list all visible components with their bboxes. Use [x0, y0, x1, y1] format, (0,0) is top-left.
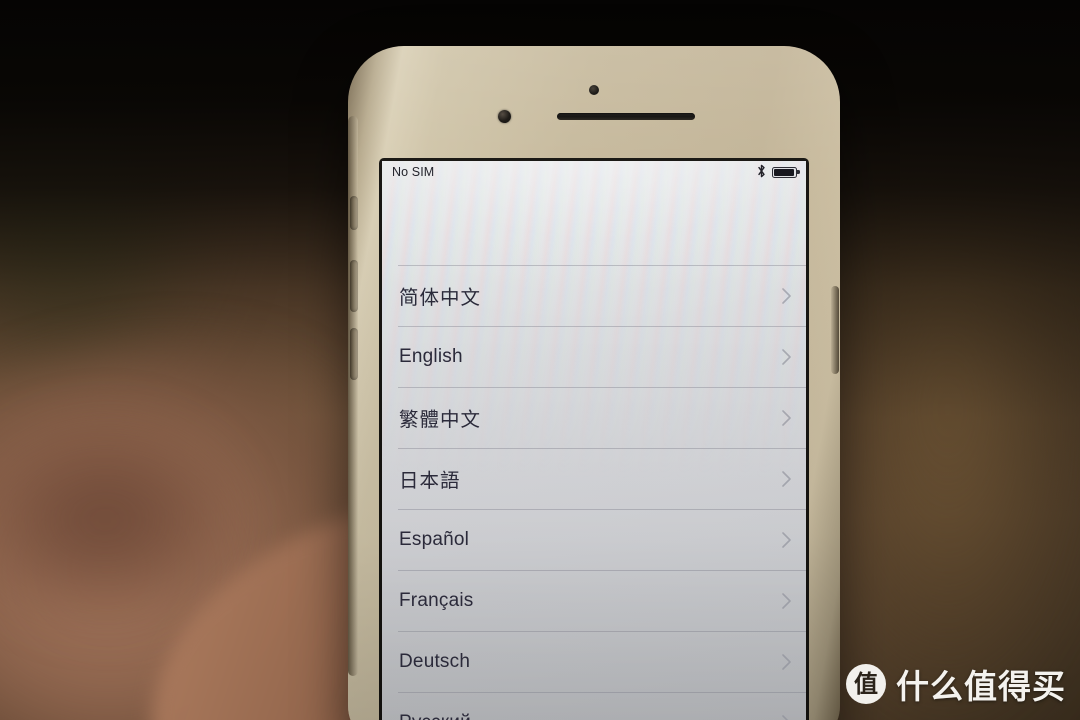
language-row[interactable]: Deutsch: [382, 631, 806, 692]
screen-bezel: No SIM 简体中文 English 繁體中文 日本語 Español Fra…: [379, 158, 809, 720]
language-label: Deutsch: [399, 650, 471, 672]
header-spacer: [382, 183, 806, 265]
chevron-right-icon: [781, 592, 792, 610]
bluetooth-icon: [757, 164, 766, 181]
chevron-right-icon: [781, 348, 792, 366]
language-label: English: [399, 345, 463, 367]
power-button[interactable]: [831, 286, 839, 374]
chevron-right-icon: [781, 653, 792, 671]
volume-down-button[interactable]: [350, 328, 358, 380]
language-label: Français: [399, 589, 474, 611]
earpiece-speaker: [557, 113, 695, 120]
language-row[interactable]: 日本語: [382, 448, 806, 509]
proximity-sensor: [589, 85, 599, 95]
status-icons: [757, 164, 800, 181]
language-row[interactable]: English: [382, 326, 806, 387]
language-row[interactable]: 简体中文: [382, 265, 806, 326]
language-row[interactable]: Français: [382, 570, 806, 631]
photo-scene: No SIM 简体中文 English 繁體中文 日本語 Español Fra…: [0, 0, 1080, 720]
chevron-right-icon: [781, 409, 792, 427]
chevron-right-icon: [781, 714, 792, 720]
language-row[interactable]: Español: [382, 509, 806, 570]
chevron-right-icon: [781, 470, 792, 488]
phone-body: No SIM 简体中文 English 繁體中文 日本語 Español Fra…: [348, 46, 840, 720]
battery-icon: [772, 166, 800, 178]
carrier-label: No SIM: [392, 165, 435, 179]
chevron-right-icon: [781, 531, 792, 549]
front-camera: [498, 110, 511, 123]
watermark: 值 什么值得买: [846, 660, 1066, 708]
language-row[interactable]: 繁體中文: [382, 387, 806, 448]
language-label: Español: [399, 528, 470, 550]
language-label: 繁體中文: [399, 409, 482, 431]
watermark-badge: 值: [846, 664, 886, 704]
status-bar: No SIM: [382, 161, 806, 183]
language-list: 简体中文 English 繁體中文日本語 Español Français Deutsch…: [382, 265, 806, 720]
watermark-text: 什么值得买: [896, 667, 1066, 706]
language-label: Русский: [399, 712, 781, 720]
chevron-right-icon: [781, 287, 792, 305]
battery-fill: [774, 168, 795, 176]
language-label: 简体中文: [399, 287, 482, 309]
volume-up-button[interactable]: [350, 260, 358, 312]
phone-screen: No SIM 简体中文 English 繁體中文 日本語 Español Fra…: [382, 161, 806, 720]
language-row[interactable]: Русский: [382, 692, 806, 720]
mute-switch[interactable]: [350, 196, 358, 230]
language-label: 日本語: [399, 470, 461, 492]
